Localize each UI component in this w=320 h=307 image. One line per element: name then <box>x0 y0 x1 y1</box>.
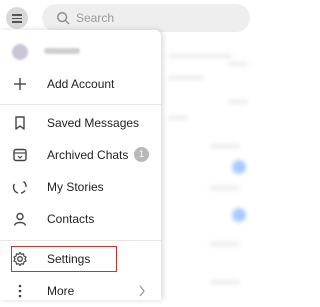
hamburger-line <box>12 21 22 23</box>
hamburger-icon <box>12 14 22 16</box>
more-item[interactable]: More <box>0 275 161 307</box>
avatar <box>12 44 28 60</box>
archived-chats-label: Archived Chats <box>47 148 129 162</box>
contacts-label: Contacts <box>47 212 95 226</box>
my-stories-label: My Stories <box>47 180 104 194</box>
chat-preview-line <box>168 76 204 80</box>
divider <box>0 240 161 241</box>
unread-dot <box>232 208 246 222</box>
menu-button[interactable] <box>6 7 28 29</box>
more-label: More <box>47 284 75 298</box>
add-account-label: Add Account <box>47 77 115 91</box>
settings-highlight-box <box>11 246 117 272</box>
chat-preview-line <box>168 54 232 58</box>
search-bar[interactable]: Search <box>42 4 250 32</box>
archived-count-badge: 1 <box>134 147 149 162</box>
archived-chats-item[interactable]: Archived Chats 1 <box>0 139 161 171</box>
my-stories-item[interactable]: My Stories <box>0 171 161 203</box>
chat-preview-line <box>210 186 240 190</box>
chat-preview-line <box>210 242 240 246</box>
stories-icon <box>12 180 27 194</box>
plus-icon <box>14 78 26 90</box>
account-name <box>44 48 80 54</box>
hamburger-line <box>12 17 22 20</box>
bookmark-icon <box>15 116 25 130</box>
chat-preview-line <box>210 280 240 284</box>
chat-preview-line <box>228 100 248 104</box>
contacts-item[interactable]: Contacts <box>0 203 161 235</box>
more-vert-icon <box>18 284 22 298</box>
saved-messages-item[interactable]: Saved Messages <box>0 107 161 139</box>
search-placeholder: Search <box>76 11 115 25</box>
unread-dot <box>232 160 246 174</box>
contacts-icon <box>13 212 27 226</box>
archive-icon <box>13 148 27 162</box>
navigation-drawer: Add Account Saved Messages Archived Chat… <box>0 30 161 300</box>
chat-preview-line <box>228 62 248 66</box>
search-icon <box>57 12 70 25</box>
chat-preview-line <box>210 144 240 148</box>
account-row[interactable] <box>0 36 161 66</box>
divider <box>0 104 161 105</box>
chat-preview-line <box>168 116 188 120</box>
chevron-right-icon <box>139 285 145 297</box>
saved-messages-label: Saved Messages <box>47 116 140 130</box>
add-account-item[interactable]: Add Account <box>0 68 161 100</box>
